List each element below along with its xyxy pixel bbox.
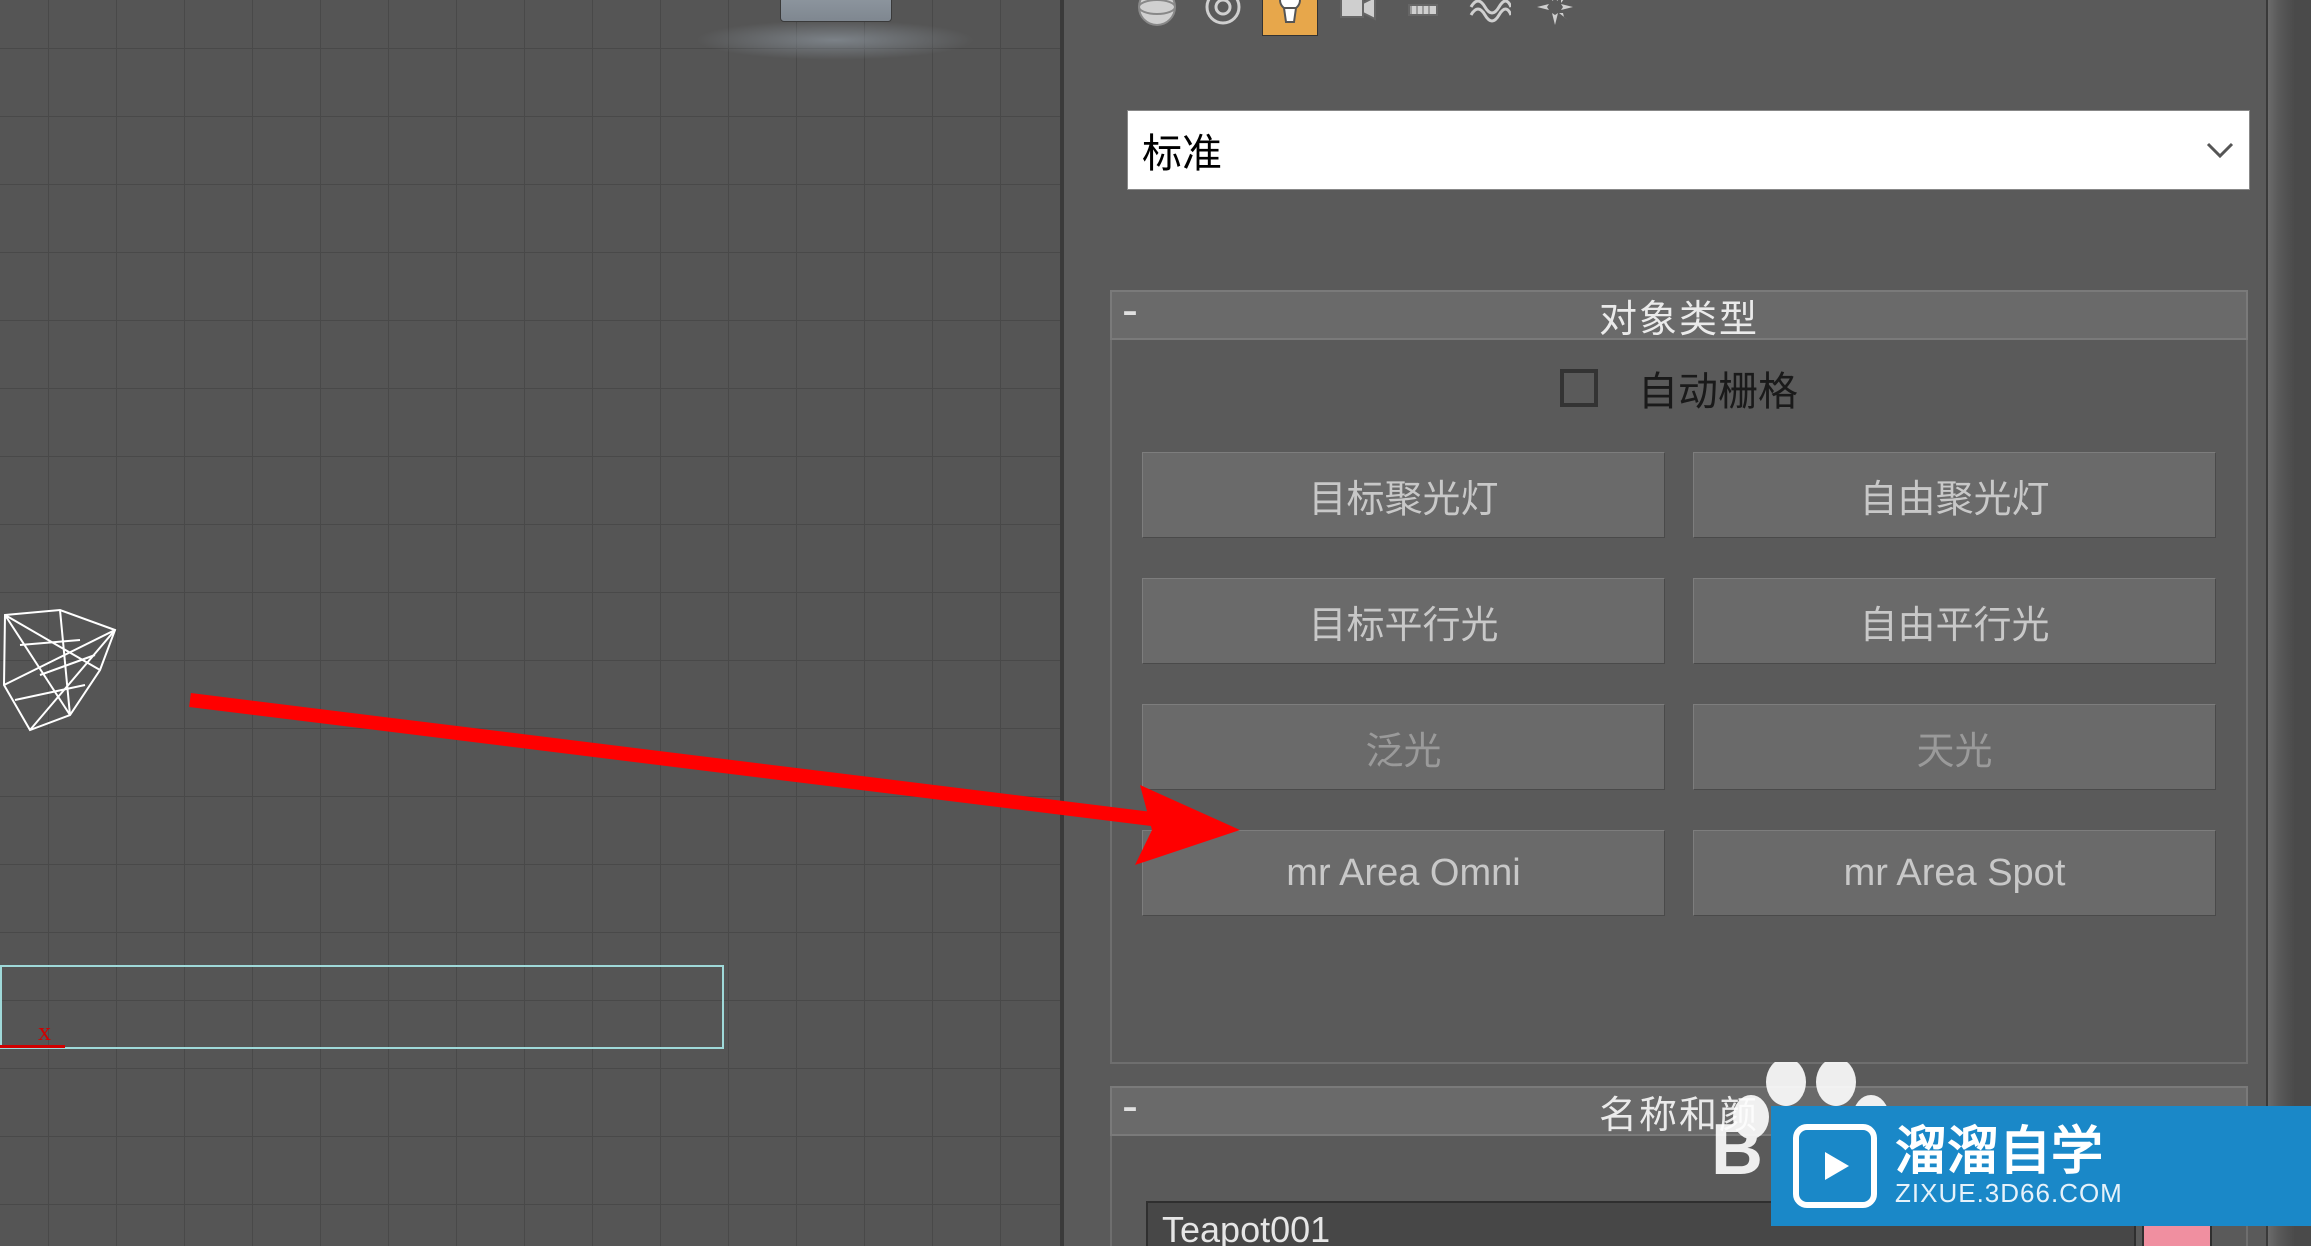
- axis-x-label: x: [38, 1017, 51, 1047]
- viewport[interactable]: HU x: [0, 0, 1060, 1246]
- viewport-object-wireframe[interactable]: [0, 605, 120, 740]
- object-type-title: 对象类型: [1112, 288, 2246, 343]
- omni-button[interactable]: 泛光: [1142, 704, 1665, 790]
- panel-scrollbar[interactable]: [2266, 0, 2294, 1246]
- subcategory-dropdown[interactable]: 标准: [1127, 110, 2250, 190]
- target-direct-button[interactable]: 目标平行光: [1142, 578, 1665, 664]
- systems-category-icon[interactable]: [1528, 0, 1582, 34]
- play-icon: [1793, 1124, 1877, 1208]
- axis-x-line: [0, 1045, 65, 1048]
- auto-grid-row: 自动栅格: [1112, 360, 2246, 416]
- light-type-buttons: 目标聚光灯 自由聚光灯 目标平行光 自由平行光 泛光 天光 mr Area Om…: [1142, 452, 2216, 916]
- object-type-header[interactable]: - 对象类型: [1110, 290, 2248, 340]
- helpers-category-icon[interactable]: [1396, 0, 1450, 34]
- cameras-category-icon[interactable]: [1330, 0, 1384, 34]
- mr-area-spot-button[interactable]: mr Area Spot: [1693, 830, 2216, 916]
- brand-title: 溜溜自学: [1895, 1125, 2123, 1180]
- viewport-selection-rect: [0, 965, 724, 1049]
- command-panel: 标准 - 对象类型 自动栅格 目标聚光灯 自由聚光灯 目标平行光 自由平行光 泛…: [1060, 0, 2294, 1246]
- viewport-grid: [0, 0, 1060, 1246]
- brand-watermark: 溜溜自学 ZIXUE.3D66.COM: [1771, 1106, 2311, 1226]
- object-type-rollout: - 对象类型 自动栅格 目标聚光灯 自由聚光灯 目标平行光 自由平行光 泛光 天…: [1110, 290, 2248, 1064]
- target-spot-button[interactable]: 目标聚光灯: [1142, 452, 1665, 538]
- viewcube-face[interactable]: HU: [780, 0, 892, 22]
- create-category-icons: [1130, 0, 1582, 40]
- skylight-button[interactable]: 天光: [1693, 704, 2216, 790]
- chevron-down-icon: [2205, 135, 2235, 165]
- mr-area-omni-button[interactable]: mr Area Omni: [1142, 830, 1665, 916]
- geometry-category-icon[interactable]: [1130, 0, 1184, 34]
- auto-grid-checkbox[interactable]: [1560, 369, 1598, 407]
- free-spot-button[interactable]: 自由聚光灯: [1693, 452, 2216, 538]
- shapes-category-icon[interactable]: [1196, 0, 1250, 34]
- lights-category-icon[interactable]: [1262, 0, 1318, 36]
- auto-grid-label: 自动栅格: [1638, 359, 1798, 417]
- spacewarps-category-icon[interactable]: [1462, 0, 1516, 34]
- viewport-object-marker: HU: [695, 0, 975, 50]
- free-direct-button[interactable]: 自由平行光: [1693, 578, 2216, 664]
- brand-url: ZIXUE.3D66.COM: [1895, 1180, 2123, 1207]
- dropdown-value: 标准: [1142, 121, 2205, 179]
